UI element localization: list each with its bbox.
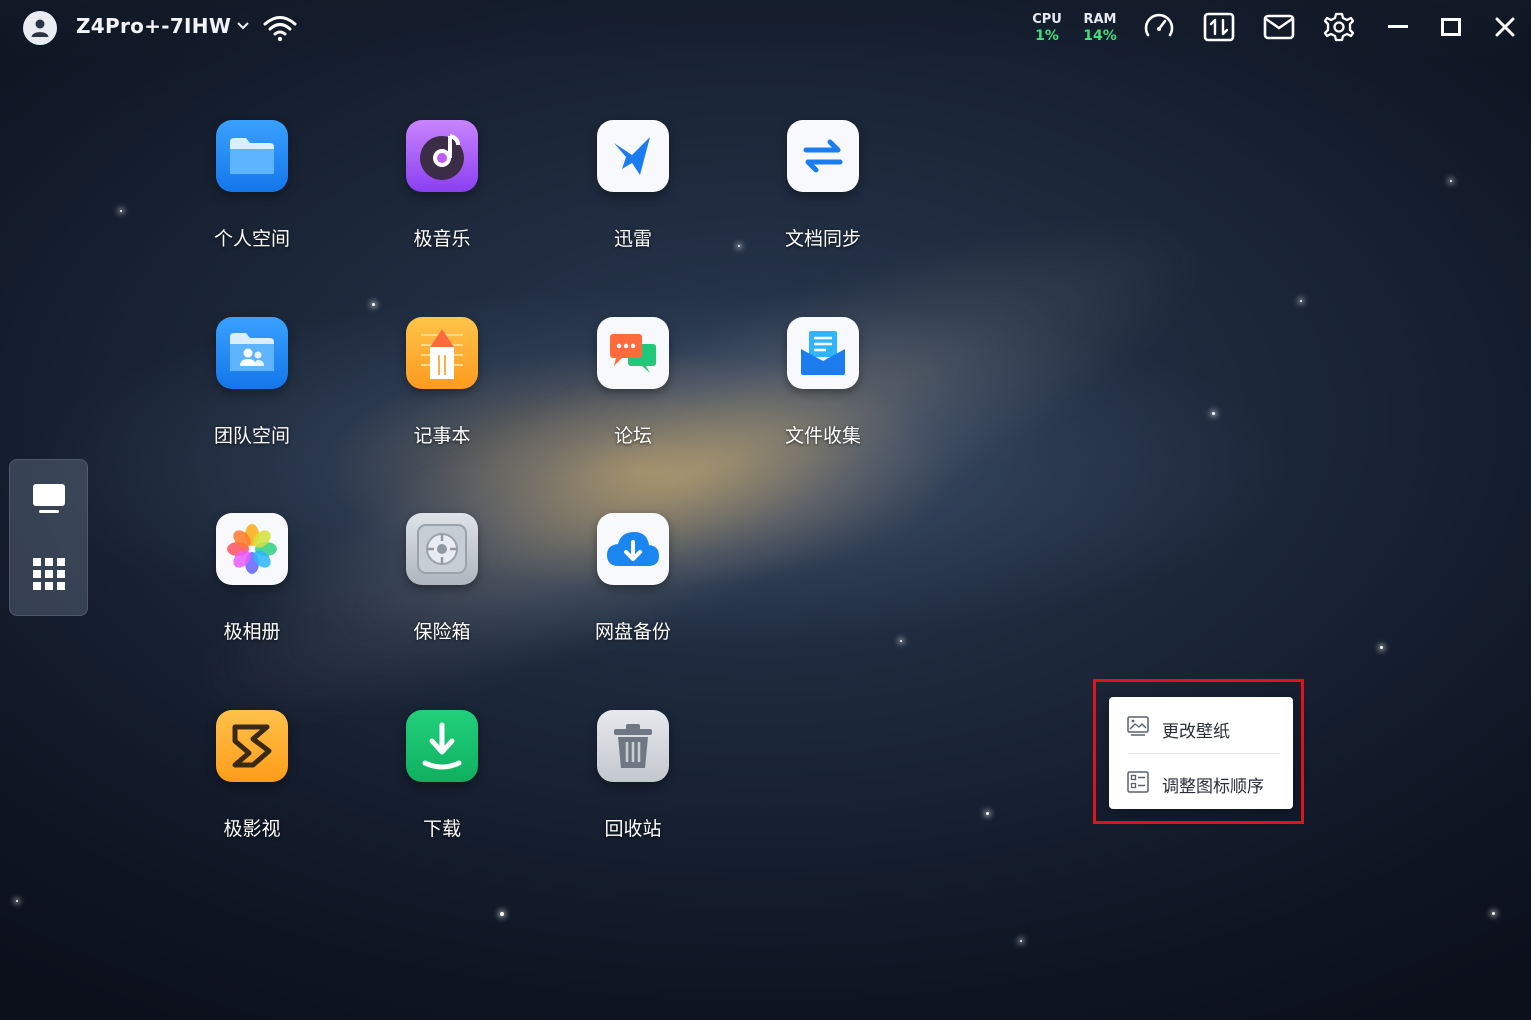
team-folder-icon — [230, 333, 274, 371]
menu-item-reorder-icons[interactable]: 调整图标顺序 — [1109, 754, 1293, 809]
folder-icon — [230, 138, 274, 174]
close-icon — [1495, 17, 1515, 37]
photo-flower-icon — [227, 524, 277, 574]
settings-button[interactable] — [1322, 10, 1356, 44]
app-file-collect[interactable]: 文件收集 — [753, 317, 893, 448]
menu-item-label: 调整图标顺序 — [1162, 777, 1264, 797]
app-label: 文档同步 — [784, 228, 861, 250]
speedometer-icon — [1144, 13, 1174, 37]
video-logo-icon — [232, 724, 272, 768]
app-label: 记事本 — [413, 425, 471, 447]
app-notepad[interactable]: 记事本 — [372, 317, 512, 448]
maximize-icon — [1441, 18, 1461, 36]
mail-icon — [1263, 14, 1295, 40]
app-recycle-bin[interactable]: 回收站 — [563, 710, 703, 841]
mail-button[interactable] — [1262, 10, 1296, 44]
close-button[interactable] — [1488, 10, 1522, 44]
app-music[interactable]: 极音乐 — [372, 120, 512, 251]
sync-arrows-icon — [803, 139, 843, 173]
cpu-value: 1% — [1035, 28, 1059, 44]
app-label: 回收站 — [604, 818, 662, 840]
ram-label: RAM — [1083, 12, 1117, 27]
cpu-label: CPU — [1032, 12, 1062, 27]
wifi-icon[interactable] — [262, 14, 298, 46]
app-safe[interactable]: 保险箱 — [372, 513, 512, 644]
app-xunlei[interactable]: 迅雷 — [563, 120, 703, 251]
grid-icon — [33, 558, 65, 590]
app-label: 网盘备份 — [594, 621, 671, 643]
app-label: 个人空间 — [213, 228, 290, 250]
ram-stat: RAM 14% — [1082, 11, 1118, 45]
app-label: 极音乐 — [413, 228, 471, 250]
desktop-window[interactable]: Z4Pro+-7IHW CPU 1% RAM 14% 个人空间 极音乐 迅雷 文… — [0, 0, 1531, 1020]
app-cloud-backup[interactable]: 网盘备份 — [563, 513, 703, 644]
app-label: 极影视 — [223, 818, 281, 840]
app-label: 下载 — [422, 818, 461, 840]
speedometer-button[interactable] — [1142, 10, 1176, 44]
user-avatar[interactable] — [23, 11, 57, 45]
safe-icon — [417, 524, 467, 574]
trash-icon — [614, 724, 652, 768]
transfer-icon — [1203, 12, 1235, 42]
user-icon — [31, 19, 49, 37]
menu-item-label: 更改壁纸 — [1162, 722, 1230, 742]
app-label: 文件收集 — [784, 425, 861, 447]
device-selector[interactable]: Z4Pro+-7IHW — [76, 14, 249, 38]
app-personal-space[interactable]: 个人空间 — [182, 120, 322, 251]
cloud-download-icon — [607, 532, 659, 566]
gear-icon — [1323, 12, 1355, 42]
ram-value: 14% — [1083, 28, 1117, 44]
monitor-icon — [33, 484, 65, 513]
context-menu: 更改壁纸 调整图标顺序 — [1109, 697, 1293, 809]
music-icon — [420, 134, 464, 180]
thunder-bird-icon — [614, 137, 650, 175]
menu-item-change-wallpaper[interactable]: 更改壁纸 — [1109, 699, 1293, 754]
chevron-down-icon — [237, 22, 249, 30]
download-icon — [422, 722, 462, 770]
app-photos[interactable]: 极相册 — [182, 513, 322, 644]
app-label: 保险箱 — [413, 621, 471, 643]
app-forum[interactable]: 论坛 — [563, 317, 703, 448]
desktop-button[interactable] — [30, 480, 68, 518]
inbox-file-icon — [801, 331, 845, 375]
minimize-icon — [1388, 25, 1408, 28]
cpu-stat: CPU 1% — [1030, 11, 1064, 45]
app-download[interactable]: 下载 — [372, 710, 512, 841]
side-dock — [9, 459, 88, 616]
device-name: Z4Pro+-7IHW — [76, 14, 232, 38]
app-video[interactable]: 极影视 — [182, 710, 322, 841]
top-bar: Z4Pro+-7IHW CPU 1% RAM 14% — [0, 0, 1531, 56]
app-label: 迅雷 — [613, 228, 652, 250]
wallpaper-icon — [1127, 716, 1149, 740]
app-team-space[interactable]: 团队空间 — [182, 317, 322, 448]
reorder-icon — [1127, 771, 1149, 797]
app-doc-sync[interactable]: 文档同步 — [753, 120, 893, 251]
chat-bubbles-icon — [610, 334, 656, 373]
app-label: 极相册 — [223, 621, 281, 643]
minimize-button[interactable] — [1381, 10, 1415, 44]
app-label: 团队空间 — [213, 425, 290, 447]
app-label: 论坛 — [613, 425, 652, 447]
app-grid-button[interactable] — [30, 555, 68, 593]
notepad-pencil-icon — [421, 329, 463, 379]
maximize-button[interactable] — [1434, 10, 1468, 44]
transfer-button[interactable] — [1202, 10, 1236, 44]
